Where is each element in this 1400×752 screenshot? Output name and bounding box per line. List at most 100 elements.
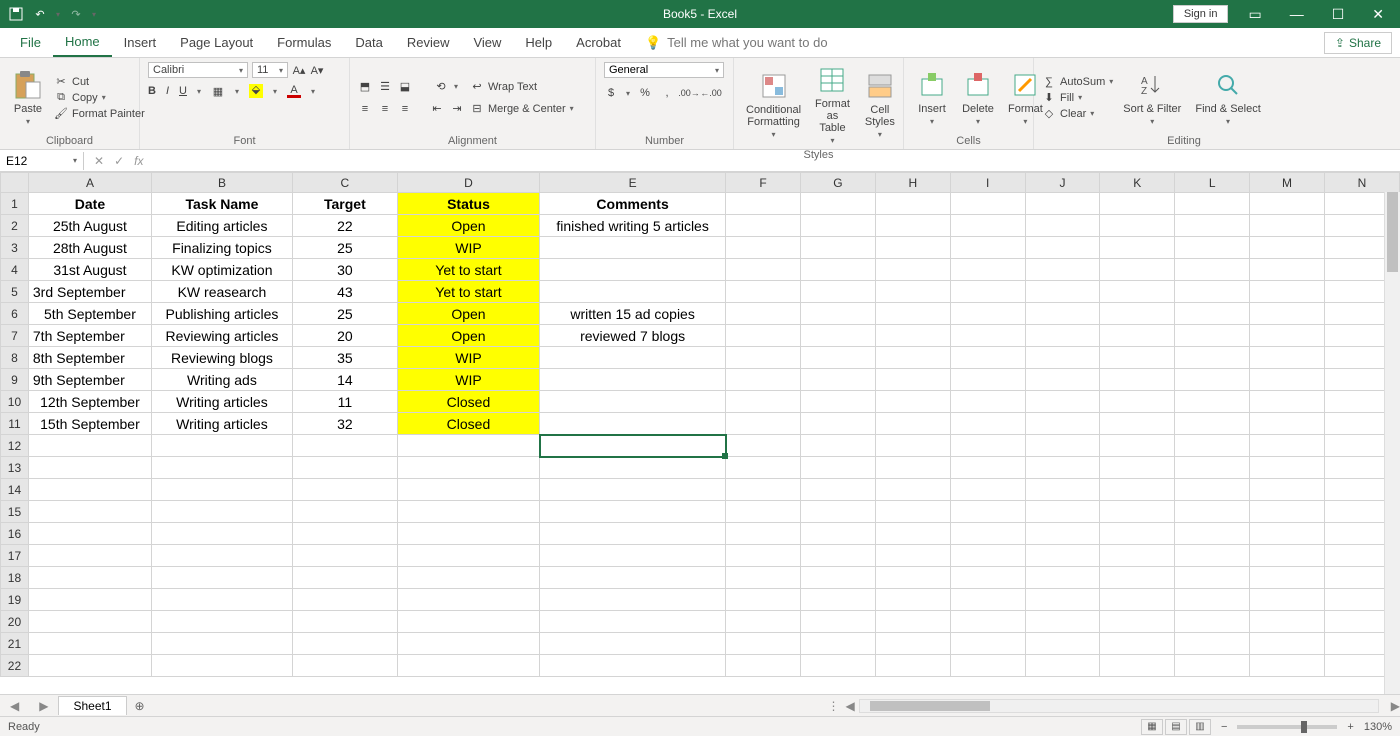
cell-H5[interactable] xyxy=(875,281,950,303)
font-name-select[interactable]: Calibri▾ xyxy=(148,62,248,78)
cell-H16[interactable] xyxy=(875,523,950,545)
cell-B18[interactable] xyxy=(152,567,293,589)
cell-A12[interactable] xyxy=(28,435,151,457)
page-break-view-icon[interactable]: ▥ xyxy=(1189,719,1211,735)
insert-cells-button[interactable]: Insert▾ xyxy=(912,67,952,128)
cell-D6[interactable]: Open xyxy=(397,303,539,325)
cell-M21[interactable] xyxy=(1250,633,1325,655)
row-header-21[interactable]: 21 xyxy=(1,633,29,655)
cell-E14[interactable] xyxy=(540,479,726,501)
cell-L9[interactable] xyxy=(1175,369,1250,391)
cell-E20[interactable] xyxy=(540,611,726,633)
row-header-17[interactable]: 17 xyxy=(1,545,29,567)
merge-center-button[interactable]: ⊟Merge & Center▾ xyxy=(470,102,574,116)
row-header-19[interactable]: 19 xyxy=(1,589,29,611)
cell-C7[interactable]: 20 xyxy=(292,325,397,347)
undo-icon[interactable]: ↶ xyxy=(32,6,48,22)
clear-button[interactable]: ◇Clear▾ xyxy=(1042,107,1113,121)
zoom-slider[interactable] xyxy=(1237,725,1337,729)
cell-B1[interactable]: Task Name xyxy=(152,193,293,215)
cell-A7[interactable]: 7th September xyxy=(28,325,151,347)
zoom-slider-knob[interactable] xyxy=(1301,721,1307,733)
close-icon[interactable]: ✕ xyxy=(1364,6,1392,23)
cell-E15[interactable] xyxy=(540,501,726,523)
cell-J11[interactable] xyxy=(1025,413,1100,435)
cell-K14[interactable] xyxy=(1100,479,1175,501)
align-left-icon[interactable]: ≡ xyxy=(358,102,372,116)
save-icon[interactable] xyxy=(8,6,24,22)
align-right-icon[interactable]: ≡ xyxy=(398,102,412,116)
cell-E22[interactable] xyxy=(540,655,726,677)
cell-E5[interactable] xyxy=(540,281,726,303)
cell-H4[interactable] xyxy=(875,259,950,281)
cell-I4[interactable] xyxy=(950,259,1025,281)
cell-J21[interactable] xyxy=(1025,633,1100,655)
cell-D10[interactable]: Closed xyxy=(397,391,539,413)
increase-font-icon[interactable]: A▴ xyxy=(292,63,306,77)
row-header-4[interactable]: 4 xyxy=(1,259,29,281)
sort-filter-button[interactable]: AZSort & Filter▾ xyxy=(1119,67,1185,128)
cell-I9[interactable] xyxy=(950,369,1025,391)
cell-C6[interactable]: 25 xyxy=(292,303,397,325)
column-header-B[interactable]: B xyxy=(152,173,293,193)
cell-E2[interactable]: finished writing 5 articles xyxy=(540,215,726,237)
cell-M5[interactable] xyxy=(1250,281,1325,303)
cell-M11[interactable] xyxy=(1250,413,1325,435)
cell-C8[interactable]: 35 xyxy=(292,347,397,369)
cell-G16[interactable] xyxy=(800,523,875,545)
cell-I15[interactable] xyxy=(950,501,1025,523)
underline-button[interactable]: U xyxy=(179,85,187,97)
cell-C2[interactable]: 22 xyxy=(292,215,397,237)
cell-F5[interactable] xyxy=(726,281,801,303)
column-header-F[interactable]: F xyxy=(726,173,801,193)
cell-J12[interactable] xyxy=(1025,435,1100,457)
cell-I3[interactable] xyxy=(950,237,1025,259)
cell-L18[interactable] xyxy=(1175,567,1250,589)
cell-G20[interactable] xyxy=(800,611,875,633)
row-header-20[interactable]: 20 xyxy=(1,611,29,633)
cell-C11[interactable]: 32 xyxy=(292,413,397,435)
cell-L8[interactable] xyxy=(1175,347,1250,369)
cell-J4[interactable] xyxy=(1025,259,1100,281)
wrap-text-button[interactable]: ↩Wrap Text xyxy=(470,80,574,94)
fill-button[interactable]: ⬇Fill▾ xyxy=(1042,91,1113,105)
undo-dropdown-icon[interactable]: ▾ xyxy=(56,10,60,19)
row-header-22[interactable]: 22 xyxy=(1,655,29,677)
cell-J6[interactable] xyxy=(1025,303,1100,325)
cell-J5[interactable] xyxy=(1025,281,1100,303)
cell-L21[interactable] xyxy=(1175,633,1250,655)
cell-K6[interactable] xyxy=(1100,303,1175,325)
cell-A4[interactable]: 31st August xyxy=(28,259,151,281)
cell-K10[interactable] xyxy=(1100,391,1175,413)
cell-styles-button[interactable]: Cell Styles▾ xyxy=(860,68,900,141)
cell-K19[interactable] xyxy=(1100,589,1175,611)
row-header-3[interactable]: 3 xyxy=(1,237,29,259)
cell-H6[interactable] xyxy=(875,303,950,325)
tab-formulas[interactable]: Formulas xyxy=(265,29,343,56)
cell-D8[interactable]: WIP xyxy=(397,347,539,369)
cell-C10[interactable]: 11 xyxy=(292,391,397,413)
cell-H9[interactable] xyxy=(875,369,950,391)
row-header-2[interactable]: 2 xyxy=(1,215,29,237)
cell-A13[interactable] xyxy=(28,457,151,479)
scrollbar-thumb[interactable] xyxy=(1387,192,1398,272)
cell-F14[interactable] xyxy=(726,479,801,501)
format-as-table-button[interactable]: Format as Table▾ xyxy=(811,62,854,147)
zoom-out-button[interactable]: − xyxy=(1221,721,1227,733)
qat-customize-icon[interactable]: ▾ xyxy=(92,10,96,19)
sheet-tab-active[interactable]: Sheet1 xyxy=(58,696,126,715)
cell-H22[interactable] xyxy=(875,655,950,677)
tab-file[interactable]: File xyxy=(8,29,53,56)
cell-J19[interactable] xyxy=(1025,589,1100,611)
page-layout-view-icon[interactable]: ▤ xyxy=(1165,719,1187,735)
cell-G6[interactable] xyxy=(800,303,875,325)
cell-D19[interactable] xyxy=(397,589,539,611)
tab-data[interactable]: Data xyxy=(343,29,394,56)
row-header-10[interactable]: 10 xyxy=(1,391,29,413)
cell-E16[interactable] xyxy=(540,523,726,545)
cell-I6[interactable] xyxy=(950,303,1025,325)
row-header-14[interactable]: 14 xyxy=(1,479,29,501)
cell-E4[interactable] xyxy=(540,259,726,281)
cell-F7[interactable] xyxy=(726,325,801,347)
cell-J2[interactable] xyxy=(1025,215,1100,237)
